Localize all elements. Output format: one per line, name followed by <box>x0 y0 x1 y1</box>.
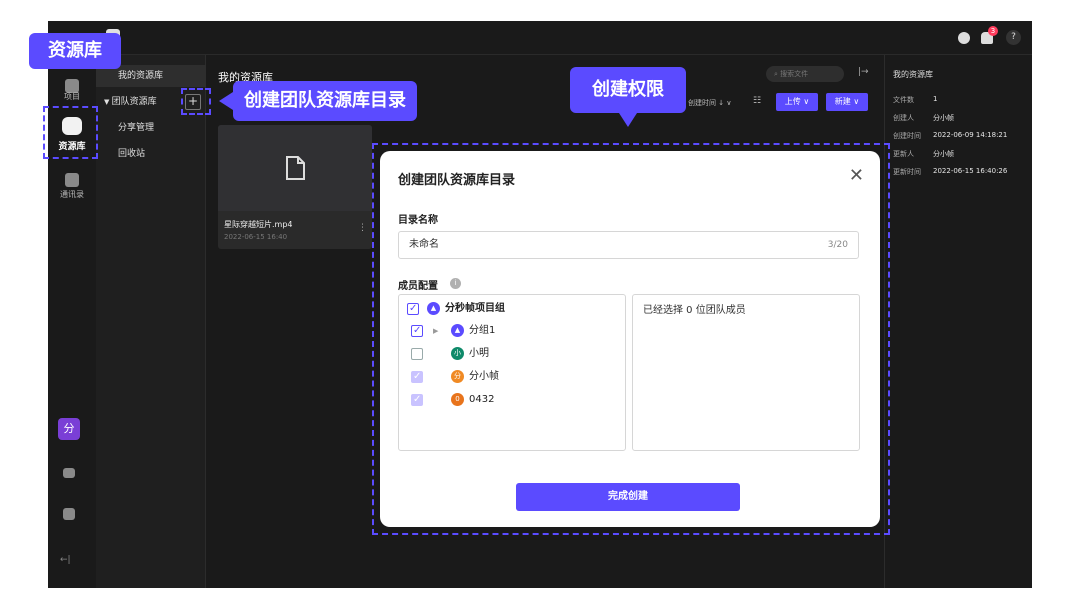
highlight-add-button <box>181 88 211 115</box>
info-title: 我的资源库 <box>893 70 933 79</box>
tree-item-label: 分享管理 <box>118 123 155 133</box>
info-panel: 我的资源库 文件数 1 创建人 分小帧 创建时间 2022-06-09 14:1… <box>884 55 1032 588</box>
search-input[interactable]: ⌕ 搜索文件 <box>766 66 844 82</box>
file-thumbnail <box>218 125 372 211</box>
callout-arrow <box>619 113 637 127</box>
upload-button[interactable]: 上传 ∨ <box>776 93 818 111</box>
tree-item-label: 我的资源库 <box>118 71 164 81</box>
callout-arrow <box>219 92 233 110</box>
tree-item-trash[interactable]: 回收站 <box>96 143 206 165</box>
info-row: 更新时间 <box>893 168 921 176</box>
storage-icon[interactable] <box>63 508 75 520</box>
panel-toggle-icon[interactable]: |→ <box>858 67 869 77</box>
info-value: 1 <box>933 95 938 103</box>
top-bar: 3 ? <box>48 21 1032 55</box>
callout-library: 资源库 <box>29 33 121 69</box>
sort-dropdown[interactable]: 创建时间 ↓ ∨ <box>688 98 731 108</box>
collapse-icon[interactable]: ←| <box>60 555 71 565</box>
search-placeholder: 搜索文件 <box>780 70 809 78</box>
highlight-library <box>43 106 98 159</box>
file-card[interactable]: 星际穿越短片.mp4 2022-06-15 16:40 ⋮ <box>218 125 372 249</box>
new-button[interactable]: 新建 ∨ <box>826 93 868 111</box>
view-toggle-icon[interactable]: ☷ <box>753 96 761 106</box>
tree-item-label: 回收站 <box>118 149 146 159</box>
info-row: 创建人 <box>893 114 914 122</box>
info-value: 2022-06-09 14:18:21 <box>933 131 1008 139</box>
info-value: 2022-06-15 16:40:26 <box>933 167 1008 175</box>
info-value: 分小帧 <box>933 150 954 158</box>
callout-permission: 创建权限 <box>570 67 686 113</box>
caret-down-icon: ▼ <box>104 98 112 106</box>
info-row: 文件数 <box>893 96 914 104</box>
file-name: 星际穿越短片.mp4 <box>224 220 293 229</box>
modal-highlight <box>372 143 890 535</box>
tree-item-share[interactable]: 分享管理 <box>96 117 206 139</box>
callout-create-dir: 创建团队资源库目录 <box>233 81 417 121</box>
info-row: 创建时间 <box>893 132 921 140</box>
nav-projects-label[interactable]: 项目 <box>48 91 96 102</box>
contacts-icon[interactable] <box>65 173 79 187</box>
nav-contacts-label[interactable]: 通讯录 <box>48 189 96 200</box>
notification-badge: 3 <box>988 26 998 36</box>
file-more-icon[interactable]: ⋮ <box>358 223 367 233</box>
file-date: 2022-06-15 16:40 <box>224 233 288 241</box>
info-value: 分小帧 <box>933 114 954 122</box>
tree-item-label: 团队资源库 <box>111 97 157 107</box>
info-row: 更新人 <box>893 150 914 158</box>
file-icon <box>286 156 305 180</box>
library-tree: 我的资源库 ▼ 团队资源库 + 分享管理 回收站 <box>96 55 206 588</box>
user-avatar[interactable]: 分 <box>58 418 80 440</box>
settings-icon[interactable] <box>63 468 75 478</box>
help-icon[interactable]: ? <box>1006 30 1021 45</box>
user-avatar-icon[interactable] <box>958 32 970 44</box>
